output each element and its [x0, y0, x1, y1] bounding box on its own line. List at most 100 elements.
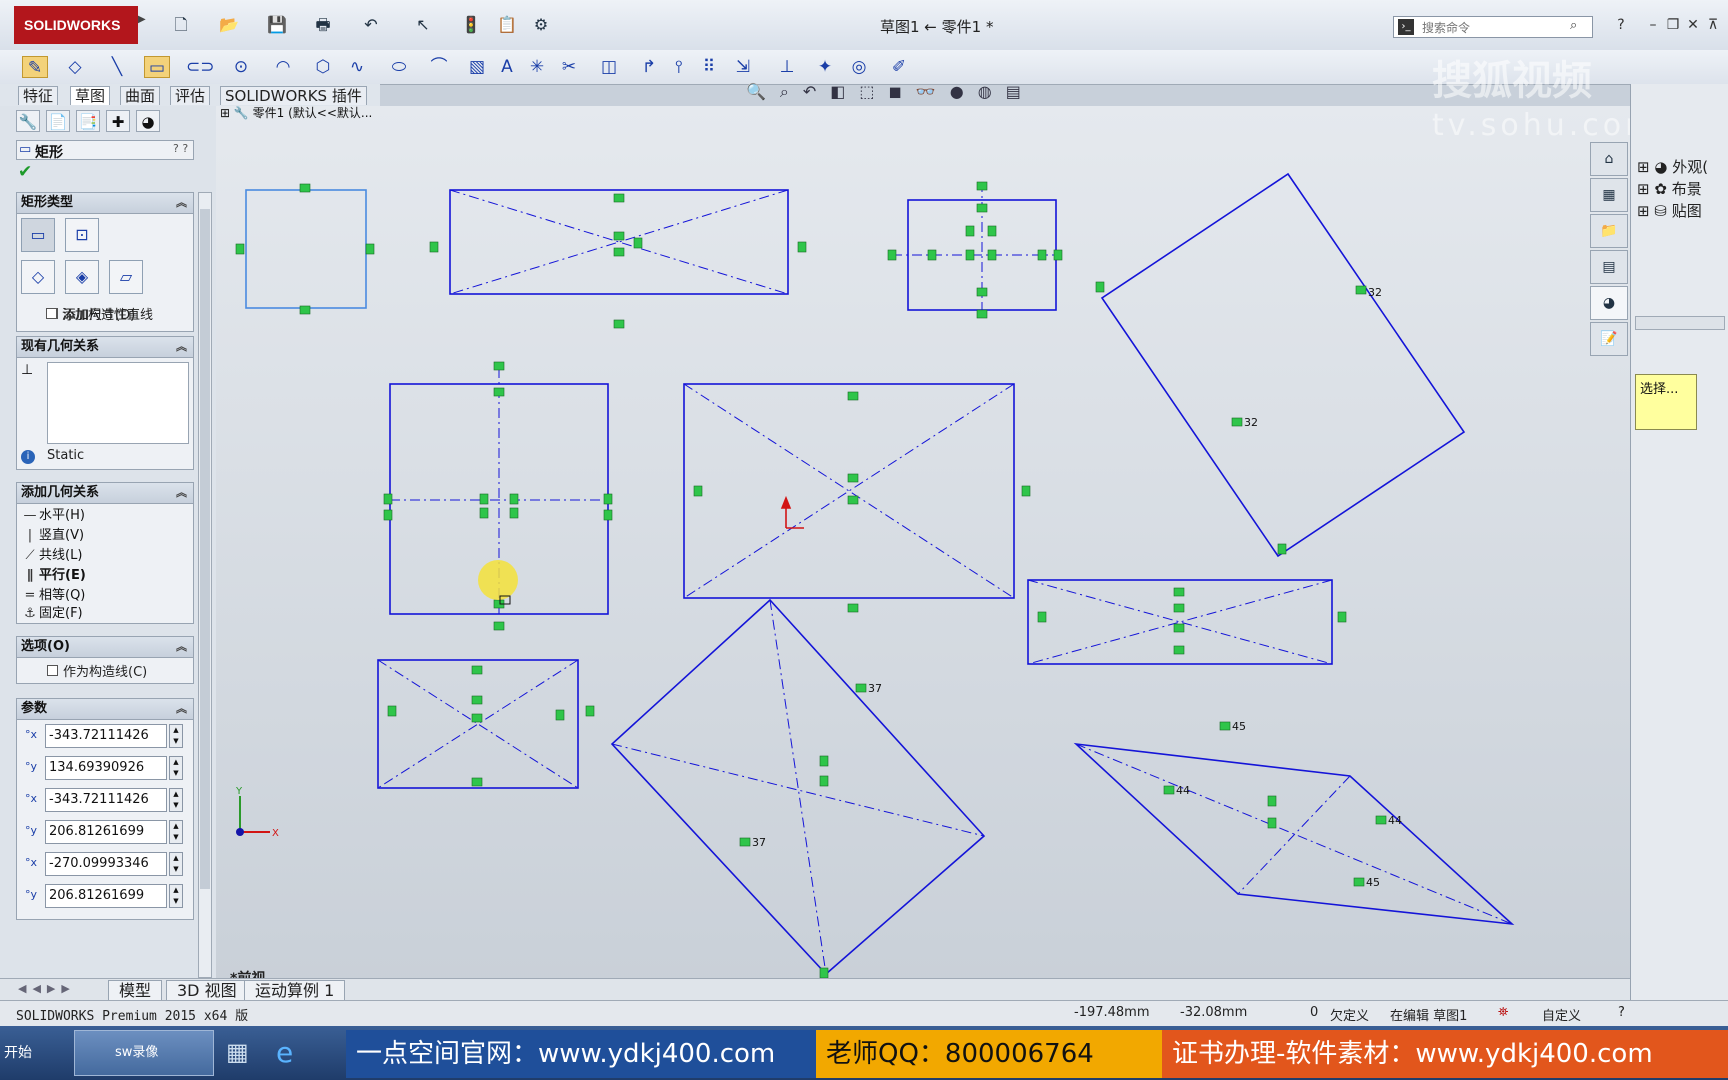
parallelogram-icon[interactable]: ▱: [109, 260, 143, 294]
spin-icon[interactable]: ▲ ▼: [169, 852, 183, 876]
rebuild-icon[interactable]: 🚦: [460, 14, 482, 36]
polygon-icon[interactable]: ⬡: [310, 56, 336, 78]
home-icon[interactable]: ⌂: [1590, 142, 1628, 176]
units-dropdown[interactable]: 自定义: [1542, 1005, 1581, 1024]
text-icon[interactable]: A: [494, 56, 520, 78]
convert-entities-icon[interactable]: ◫: [596, 56, 622, 78]
display-relations-icon[interactable]: ⊥: [774, 56, 800, 78]
minimize-icon[interactable]: –: [1644, 16, 1662, 34]
plane-icon[interactable]: ▧: [464, 56, 490, 78]
slot-icon[interactable]: ⊂⊃: [186, 56, 215, 78]
tab-addins[interactable]: SOLIDWORKS 插件: [220, 86, 367, 105]
rect-type-header[interactable]: 矩形类型 ︽: [16, 192, 194, 214]
relation-parallel[interactable]: ∥ 平行(E): [21, 566, 86, 586]
param-field[interactable]: -270.09993346: [45, 852, 167, 876]
ie-icon[interactable]: e: [276, 1036, 293, 1069]
linear-pattern-icon[interactable]: ⠿: [696, 56, 722, 78]
existing-relations-header[interactable]: 现有几何关系 ︽: [16, 336, 194, 358]
offset-icon[interactable]: ↱: [636, 56, 662, 78]
trim-icon[interactable]: ✂: [556, 56, 582, 78]
search-icon[interactable]: ⌕: [1570, 18, 1577, 33]
point-icon[interactable]: ✳: [524, 56, 550, 78]
pm-scroll-thumb[interactable]: [200, 209, 210, 889]
view-palette-icon[interactable]: ▤: [1590, 250, 1628, 284]
display-style-icon[interactable]: ◼: [889, 82, 916, 101]
tab-motion-study[interactable]: 运动算例 1: [244, 980, 346, 1002]
spline-icon[interactable]: ∿: [344, 56, 370, 78]
circle-icon[interactable]: ⊙: [228, 56, 254, 78]
options-icon[interactable]: ⚙: [530, 14, 552, 36]
panel-hscroll[interactable]: [1635, 316, 1725, 330]
smart-dimension-icon[interactable]: ◇: [62, 56, 88, 78]
instant2d-icon[interactable]: ✐: [886, 56, 912, 78]
print-icon[interactable]: 🖶: [312, 14, 334, 36]
pin-icon[interactable]: ⊼: [1704, 16, 1722, 34]
tab-nav-arrows-icon[interactable]: ◀◀▶▶: [18, 982, 76, 995]
spin-icon[interactable]: ▲ ▼: [169, 724, 183, 748]
line-icon[interactable]: ╲: [104, 56, 130, 78]
spin-icon[interactable]: ▲ ▼: [169, 788, 183, 812]
param-field[interactable]: -343.72111426: [45, 788, 167, 812]
zoom-area-icon[interactable]: ⌕: [780, 82, 803, 101]
ok-check-icon[interactable]: ✔: [18, 162, 32, 182]
restore-icon[interactable]: ❐: [1664, 16, 1682, 34]
tree-appearance[interactable]: ⊞ ◕ 外观(: [1637, 156, 1708, 177]
view-settings-icon[interactable]: ▤: [1006, 82, 1035, 101]
collapse-icon[interactable]: ︽: [176, 193, 187, 213]
tree-decals[interactable]: ⊞ ⛁ 贴图: [1637, 200, 1702, 221]
3point-center-rectangle-icon[interactable]: ◈: [65, 260, 99, 294]
graphics-area[interactable]: ⊞ 🔧 零件1 (默认<<默认... 🔍⌕↶◧⬚◼👓●◍▤ 32 32 37 3…: [216, 82, 1630, 987]
collapse-icon[interactable]: ︽: [176, 483, 187, 503]
appearances-icon[interactable]: ◕: [1590, 286, 1628, 320]
file-explorer-icon[interactable]: 📁: [1590, 214, 1628, 248]
menu-arrow-icon[interactable]: ▶: [138, 14, 146, 25]
collapse-icon[interactable]: ︽: [176, 637, 187, 657]
rectangle-icon[interactable]: ▭: [144, 56, 170, 78]
hide-show-icon[interactable]: 👓: [916, 82, 950, 101]
calculator-icon[interactable]: ▦: [226, 1038, 249, 1066]
sketch-rotated-rectangle-1[interactable]: [1100, 172, 1466, 558]
sketch-exit-icon[interactable]: ✎: [22, 56, 48, 78]
display-manager-icon[interactable]: ◕: [136, 110, 160, 132]
resources-icon[interactable]: ▦: [1590, 178, 1628, 212]
configuration-manager-icon[interactable]: 📑: [76, 110, 100, 132]
help-status-icon[interactable]: ?: [1618, 1005, 1625, 1020]
help-icon[interactable]: ?: [1612, 16, 1630, 34]
view-orientation-icon[interactable]: ⬚: [859, 82, 888, 101]
tab-surfaces[interactable]: 曲面: [120, 86, 161, 105]
options-header[interactable]: 选项(O) ︽: [16, 636, 194, 658]
pm-help-icon[interactable]: ? ?: [173, 142, 188, 155]
pm-scrollbar[interactable]: [198, 192, 212, 978]
params-header[interactable]: 参数 ︽: [16, 698, 194, 720]
select-arrow-icon[interactable]: ↖: [412, 14, 434, 36]
corner-rectangle-icon[interactable]: ▭: [21, 218, 55, 252]
tab-features[interactable]: 特征: [18, 86, 59, 105]
search-box[interactable]: ›_ ⌕: [1393, 16, 1593, 38]
relation-vertical[interactable]: | 竖直(V): [21, 526, 84, 546]
undo-icon[interactable]: ↶: [360, 14, 382, 36]
previous-view-icon[interactable]: ↶: [803, 82, 830, 101]
new-file-icon[interactable]: 🗋: [170, 14, 192, 36]
add-construction-checkbox[interactable]: [46, 308, 57, 319]
center-rectangle-icon[interactable]: ⊡: [65, 218, 99, 252]
rebuild-status-icon[interactable]: ⛯: [1498, 1005, 1508, 1020]
close-icon[interactable]: ✕: [1684, 16, 1702, 34]
file-properties-icon[interactable]: 📋: [496, 14, 518, 36]
tab-3d-view[interactable]: 3D 视图: [166, 980, 248, 1002]
tab-sketch[interactable]: 草图: [70, 86, 111, 105]
solidworks-logo[interactable]: SOLIDWORKS: [14, 6, 138, 44]
param-field[interactable]: 206.81261699: [45, 884, 167, 908]
param-field[interactable]: -343.72111426: [45, 724, 167, 748]
param-field[interactable]: 206.81261699: [45, 820, 167, 844]
ellipse-icon[interactable]: ⬭: [386, 56, 412, 78]
search-input[interactable]: [1420, 18, 1564, 38]
relation-collinear[interactable]: ⟋ 共线(L): [21, 546, 82, 566]
taskbar-item[interactable]: sw录像: [74, 1030, 214, 1076]
mirror-icon[interactable]: ⫯: [666, 56, 692, 78]
section-view-icon[interactable]: ◧: [830, 82, 859, 101]
relation-equal[interactable]: = 相等(Q): [21, 586, 86, 606]
open-folder-icon[interactable]: 📂: [218, 14, 240, 36]
repair-sketch-icon[interactable]: ✦: [812, 56, 838, 78]
custom-properties-icon[interactable]: 📝: [1590, 322, 1628, 356]
construction-checkbox[interactable]: [47, 665, 58, 676]
